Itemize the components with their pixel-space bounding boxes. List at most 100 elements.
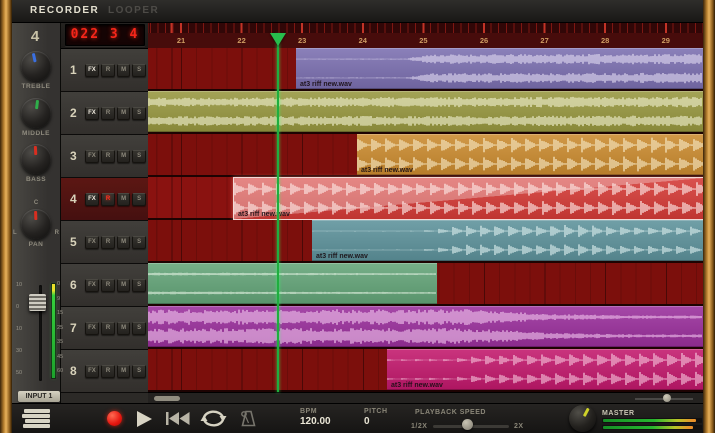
track-4-header[interactable]: 4FXRMS [60, 178, 148, 221]
track-1-s-button[interactable]: S [132, 64, 146, 77]
menu-icon[interactable] [22, 409, 56, 429]
track-5-lane[interactable]: at3 riff new.wav [148, 220, 703, 263]
meter-scale-tick: 60 [57, 368, 63, 374]
track-8-r-button[interactable]: R [101, 365, 115, 378]
track-2-m-button[interactable]: M [117, 107, 131, 120]
metronome-icon[interactable] [239, 410, 258, 427]
track-1-lane[interactable]: at3 riff new.wav [148, 48, 703, 91]
bass-knob[interactable]: BASS [12, 144, 60, 183]
ruler-numbers[interactable]: 212223242526272829 [148, 33, 703, 49]
track-3-clip[interactable]: at3 riff new.wav [357, 134, 703, 175]
ruler-bar-29: 29 [662, 36, 670, 45]
track-8-s-button[interactable]: S [132, 365, 146, 378]
pan-knob[interactable]: CLRPAN [12, 209, 60, 248]
track-2-fx-button[interactable]: FX [85, 107, 99, 120]
waveform [148, 306, 703, 347]
track-8-lane[interactable]: at3 riff new.wav [148, 349, 703, 392]
fader-scale-tick: 30 [16, 348, 22, 354]
waveform [296, 48, 703, 89]
track-4-clip[interactable]: at3 riff new.wav [233, 177, 703, 220]
channel-strip: 4 TREBLEMIDDLEBASSCLRPAN 100103050 09152… [12, 22, 61, 403]
track-4-r-button[interactable]: R [101, 193, 115, 206]
master-volume-knob[interactable] [569, 405, 596, 432]
track-3-fx-button[interactable]: FX [85, 150, 99, 163]
track-6-lane[interactable] [148, 263, 703, 306]
track-3-s-button[interactable]: S [132, 150, 146, 163]
track-7-s-button[interactable]: S [132, 322, 146, 335]
track-1-fx-button[interactable]: FX [85, 64, 99, 77]
recorder-app: RECORDER LOOPER 4 TREBLEMIDDLEBASSCLRPAN… [0, 0, 715, 433]
playhead-handle[interactable] [270, 33, 286, 46]
track-5-m-button[interactable]: M [117, 236, 131, 249]
loop-button[interactable] [200, 409, 227, 428]
track-7-lane[interactable] [148, 306, 703, 349]
speed-slider-thumb[interactable] [462, 419, 473, 430]
track-6-fx-button[interactable]: FX [85, 279, 99, 292]
track-1-m-button[interactable]: M [117, 64, 131, 77]
track-6-s-button[interactable]: S [132, 279, 146, 292]
treble-knob[interactable]: TREBLE [12, 51, 60, 90]
track-3-r-button[interactable]: R [101, 150, 115, 163]
track-6-header[interactable]: 6FXRMS [60, 264, 148, 307]
pitch-value[interactable]: 0 [364, 416, 388, 427]
track-3-lane[interactable]: at3 riff new.wav [148, 134, 703, 177]
middle-knob[interactable]: MIDDLE [12, 98, 60, 137]
track-8-m-button[interactable]: M [117, 365, 131, 378]
volume-fader-handle[interactable] [29, 294, 46, 311]
bpm-value[interactable]: 120.00 [300, 416, 331, 427]
bpm-label: BPM [300, 408, 331, 415]
zoom-slider-thumb[interactable] [663, 394, 671, 402]
input-level-fill [52, 284, 55, 378]
track-1-number: 1 [68, 63, 79, 77]
track-5-s-button[interactable]: S [132, 236, 146, 249]
track-3-m-button[interactable]: M [117, 150, 131, 163]
track-3-header[interactable]: 3FXRMS [60, 135, 148, 178]
track-7-clip[interactable] [148, 306, 703, 347]
ruler-bar-22: 22 [237, 36, 245, 45]
track-5-r-button[interactable]: R [101, 236, 115, 249]
tab-recorder[interactable]: RECORDER [30, 5, 99, 16]
track-7-header[interactable]: 7FXRMS [60, 307, 148, 350]
track-5-header[interactable]: 5FXRMS [60, 221, 148, 264]
play-button[interactable] [136, 411, 153, 427]
track-5-fx-button[interactable]: FX [85, 236, 99, 249]
meter-scale-tick: 45 [57, 354, 63, 360]
track-2-r-button[interactable]: R [101, 107, 115, 120]
track-4-lane[interactable]: at3 riff new.wav [148, 177, 703, 220]
pan-left-label: L [13, 230, 17, 236]
horizontal-scrollbar-thumb[interactable] [154, 396, 180, 401]
track-6-r-button[interactable]: R [101, 279, 115, 292]
track-1-clip[interactable]: at3 riff new.wav [296, 48, 703, 89]
track-4-fx-button[interactable]: FX [85, 193, 99, 206]
bass-knob-cap[interactable] [21, 144, 51, 174]
track-2-s-button[interactable]: S [132, 107, 146, 120]
knob-label: PAN [12, 241, 60, 248]
track-2-header[interactable]: 2FXRMS [60, 92, 148, 135]
track-7-fx-button[interactable]: FX [85, 322, 99, 335]
ruler-bar-26: 26 [480, 36, 488, 45]
record-button[interactable] [107, 411, 122, 426]
track-6-clip[interactable] [148, 263, 437, 304]
pan-knob-cap[interactable] [21, 209, 51, 239]
clip-filename-label: at3 riff new.wav [300, 81, 352, 88]
bar-beat-led-display: 022 3 4 [65, 24, 145, 46]
treble-knob-cap[interactable] [21, 51, 51, 81]
track-5-clip[interactable]: at3 riff new.wav [312, 220, 703, 261]
track-2-clip[interactable] [148, 91, 703, 132]
waveform [234, 178, 703, 219]
track-1-header[interactable]: 1 FXRMS [60, 49, 148, 92]
track-4-s-button[interactable]: S [132, 193, 146, 206]
meter-scale-tick: 9 [57, 296, 60, 302]
track-8-header[interactable]: 8FXRMS [60, 350, 148, 393]
track-7-m-button[interactable]: M [117, 322, 131, 335]
track-1-r-button[interactable]: R [101, 64, 115, 77]
track-8-fx-button[interactable]: FX [85, 365, 99, 378]
track-6-m-button[interactable]: M [117, 279, 131, 292]
track-2-lane[interactable] [148, 91, 703, 134]
rewind-to-start-button[interactable] [166, 412, 190, 425]
middle-knob-cap[interactable] [21, 98, 51, 128]
tab-looper[interactable]: LOOPER [108, 5, 159, 16]
track-7-r-button[interactable]: R [101, 322, 115, 335]
track-4-m-button[interactable]: M [117, 193, 131, 206]
track-8-clip[interactable]: at3 riff new.wav [387, 349, 703, 390]
